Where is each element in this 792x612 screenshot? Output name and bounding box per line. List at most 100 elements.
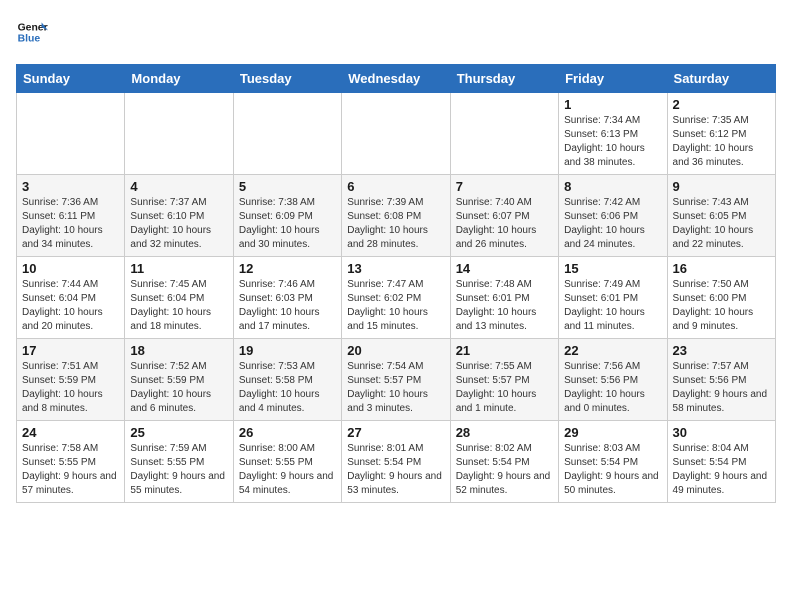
calendar-cell <box>17 93 125 175</box>
day-info: Sunrise: 7:34 AM Sunset: 6:13 PM Dayligh… <box>564 114 661 170</box>
calendar-cell: 13Sunrise: 7:47 AM Sunset: 6:02 PM Dayli… <box>342 257 450 339</box>
day-info: Sunrise: 8:04 AM Sunset: 5:54 PM Dayligh… <box>673 442 770 498</box>
calendar-cell: 18 Sunrise: 7:52 AM Sunset: 5:59 PM Dayli… <box>125 339 233 421</box>
day-number: 6 <box>347 179 444 194</box>
logo: General Blue <box>16 16 52 48</box>
calendar-cell: 29 Sunrise: 8:03 AM Sunset: 5:54 PM Dayli… <box>559 421 667 503</box>
calendar-week-row: 1 Sunrise: 7:34 AM Sunset: 6:13 PM Daylig… <box>17 93 776 175</box>
calendar-cell: 25 Sunrise: 7:59 AM Sunset: 5:55 PM Dayli… <box>125 421 233 503</box>
calendar-cell: 27 Sunrise: 8:01 AM Sunset: 5:54 PM Dayli… <box>342 421 450 503</box>
day-number: 18 <box>130 343 227 358</box>
day-number: 1 <box>564 97 661 112</box>
day-info: Sunrise: 7:44 AM Sunset: 6:04 PM Dayligh… <box>22 278 119 334</box>
calendar-cell: 16 Sunrise: 7:50 AM Sunset: 6:00 PM Dayli… <box>667 257 775 339</box>
day-info: Sunrise: 8:00 AM Sunset: 5:55 PM Dayligh… <box>239 442 336 498</box>
calendar-cell: 6 Sunrise: 7:39 AM Sunset: 6:08 PM Daylig… <box>342 175 450 257</box>
day-number: 30 <box>673 425 770 440</box>
day-info: Sunrise: 8:02 AM Sunset: 5:54 PM Dayligh… <box>456 442 553 498</box>
calendar-cell: 23 Sunrise: 7:57 AM Sunset: 5:56 PM Dayli… <box>667 339 775 421</box>
day-number: 20 <box>347 343 444 358</box>
day-info: Sunrise: 7:35 AM Sunset: 6:12 PM Dayligh… <box>673 114 770 170</box>
calendar-cell: 10 Sunrise: 7:44 AM Sunset: 6:04 PM Dayli… <box>17 257 125 339</box>
calendar-week-row: 24Sunrise: 7:58 AM Sunset: 5:55 PM Dayli… <box>17 421 776 503</box>
calendar-cell: 20 Sunrise: 7:54 AM Sunset: 5:57 PM Dayli… <box>342 339 450 421</box>
calendar-cell: 17 Sunrise: 7:51 AM Sunset: 5:59 PM Dayli… <box>17 339 125 421</box>
day-info: Sunrise: 7:51 AM Sunset: 5:59 PM Dayligh… <box>22 360 119 416</box>
day-number: 8 <box>564 179 661 194</box>
day-number: 17 <box>22 343 119 358</box>
page-header: General Blue <box>16 16 776 48</box>
day-info: Sunrise: 7:55 AM Sunset: 5:57 PM Dayligh… <box>456 360 553 416</box>
calendar-cell: 19 Sunrise: 7:53 AM Sunset: 5:58 PM Dayli… <box>233 339 341 421</box>
day-info: Sunrise: 7:37 AM Sunset: 6:10 PM Dayligh… <box>130 196 227 252</box>
calendar-week-row: 17 Sunrise: 7:51 AM Sunset: 5:59 PM Dayli… <box>17 339 776 421</box>
calendar-table: SundayMondayTuesdayWednesdayThursdayFrid… <box>16 64 776 503</box>
calendar-cell: 14 Sunrise: 7:48 AM Sunset: 6:01 PM Dayli… <box>450 257 558 339</box>
calendar-cell: 7Sunrise: 7:40 AM Sunset: 6:07 PM Daylig… <box>450 175 558 257</box>
day-info: Sunrise: 7:43 AM Sunset: 6:05 PM Dayligh… <box>673 196 770 252</box>
calendar-cell: 3 Sunrise: 7:36 AM Sunset: 6:11 PM Daylig… <box>17 175 125 257</box>
calendar-cell: 21 Sunrise: 7:55 AM Sunset: 5:57 PM Dayli… <box>450 339 558 421</box>
day-number: 11 <box>130 261 227 276</box>
day-number: 28 <box>456 425 553 440</box>
day-info: Sunrise: 7:53 AM Sunset: 5:58 PM Dayligh… <box>239 360 336 416</box>
svg-text:Blue: Blue <box>18 34 41 45</box>
day-number: 3 <box>22 179 119 194</box>
calendar-cell: 15Sunrise: 7:49 AM Sunset: 6:01 PM Dayli… <box>559 257 667 339</box>
calendar-cell: 22 Sunrise: 7:56 AM Sunset: 5:56 PM Dayli… <box>559 339 667 421</box>
day-number: 23 <box>673 343 770 358</box>
day-number: 2 <box>673 97 770 112</box>
calendar-cell <box>450 93 558 175</box>
day-number: 16 <box>673 261 770 276</box>
weekday-header-wednesday: Wednesday <box>342 65 450 93</box>
weekday-header-saturday: Saturday <box>667 65 775 93</box>
day-info: Sunrise: 7:36 AM Sunset: 6:11 PM Dayligh… <box>22 196 119 252</box>
day-number: 25 <box>130 425 227 440</box>
logo-icon: General Blue <box>16 16 48 48</box>
day-info: Sunrise: 7:39 AM Sunset: 6:08 PM Dayligh… <box>347 196 444 252</box>
day-info: Sunrise: 7:45 AM Sunset: 6:04 PM Dayligh… <box>130 278 227 334</box>
day-info: Sunrise: 7:56 AM Sunset: 5:56 PM Dayligh… <box>564 360 661 416</box>
day-number: 27 <box>347 425 444 440</box>
day-number: 12 <box>239 261 336 276</box>
day-number: 5 <box>239 179 336 194</box>
day-number: 22 <box>564 343 661 358</box>
weekday-header-tuesday: Tuesday <box>233 65 341 93</box>
calendar-cell: 26 Sunrise: 8:00 AM Sunset: 5:55 PM Dayli… <box>233 421 341 503</box>
day-number: 26 <box>239 425 336 440</box>
calendar-cell: 8 Sunrise: 7:42 AM Sunset: 6:06 PM Daylig… <box>559 175 667 257</box>
day-info: Sunrise: 8:01 AM Sunset: 5:54 PM Dayligh… <box>347 442 444 498</box>
day-info: Sunrise: 7:54 AM Sunset: 5:57 PM Dayligh… <box>347 360 444 416</box>
day-info: Sunrise: 7:46 AM Sunset: 6:03 PM Dayligh… <box>239 278 336 334</box>
day-info: Sunrise: 7:59 AM Sunset: 5:55 PM Dayligh… <box>130 442 227 498</box>
day-number: 4 <box>130 179 227 194</box>
calendar-cell: 24Sunrise: 7:58 AM Sunset: 5:55 PM Dayli… <box>17 421 125 503</box>
calendar-cell: 4 Sunrise: 7:37 AM Sunset: 6:10 PM Daylig… <box>125 175 233 257</box>
calendar-cell <box>125 93 233 175</box>
day-info: Sunrise: 8:03 AM Sunset: 5:54 PM Dayligh… <box>564 442 661 498</box>
calendar-cell: 12 Sunrise: 7:46 AM Sunset: 6:03 PM Dayli… <box>233 257 341 339</box>
day-info: Sunrise: 7:42 AM Sunset: 6:06 PM Dayligh… <box>564 196 661 252</box>
day-info: Sunrise: 7:52 AM Sunset: 5:59 PM Dayligh… <box>130 360 227 416</box>
day-info: Sunrise: 7:57 AM Sunset: 5:56 PM Dayligh… <box>673 360 770 416</box>
day-info: Sunrise: 7:38 AM Sunset: 6:09 PM Dayligh… <box>239 196 336 252</box>
day-info: Sunrise: 7:50 AM Sunset: 6:00 PM Dayligh… <box>673 278 770 334</box>
calendar-cell <box>342 93 450 175</box>
day-number: 29 <box>564 425 661 440</box>
calendar-cell: 1 Sunrise: 7:34 AM Sunset: 6:13 PM Daylig… <box>559 93 667 175</box>
weekday-header-monday: Monday <box>125 65 233 93</box>
calendar-cell: 9Sunrise: 7:43 AM Sunset: 6:05 PM Daylig… <box>667 175 775 257</box>
day-number: 21 <box>456 343 553 358</box>
day-number: 15 <box>564 261 661 276</box>
day-number: 19 <box>239 343 336 358</box>
day-number: 14 <box>456 261 553 276</box>
day-number: 10 <box>22 261 119 276</box>
weekday-header-thursday: Thursday <box>450 65 558 93</box>
calendar-cell: 2 Sunrise: 7:35 AM Sunset: 6:12 PM Daylig… <box>667 93 775 175</box>
day-info: Sunrise: 7:48 AM Sunset: 6:01 PM Dayligh… <box>456 278 553 334</box>
calendar-week-row: 10 Sunrise: 7:44 AM Sunset: 6:04 PM Dayli… <box>17 257 776 339</box>
weekday-header-friday: Friday <box>559 65 667 93</box>
calendar-cell: 11 Sunrise: 7:45 AM Sunset: 6:04 PM Dayli… <box>125 257 233 339</box>
day-info: Sunrise: 7:47 AM Sunset: 6:02 PM Dayligh… <box>347 278 444 334</box>
weekday-header-sunday: Sunday <box>17 65 125 93</box>
